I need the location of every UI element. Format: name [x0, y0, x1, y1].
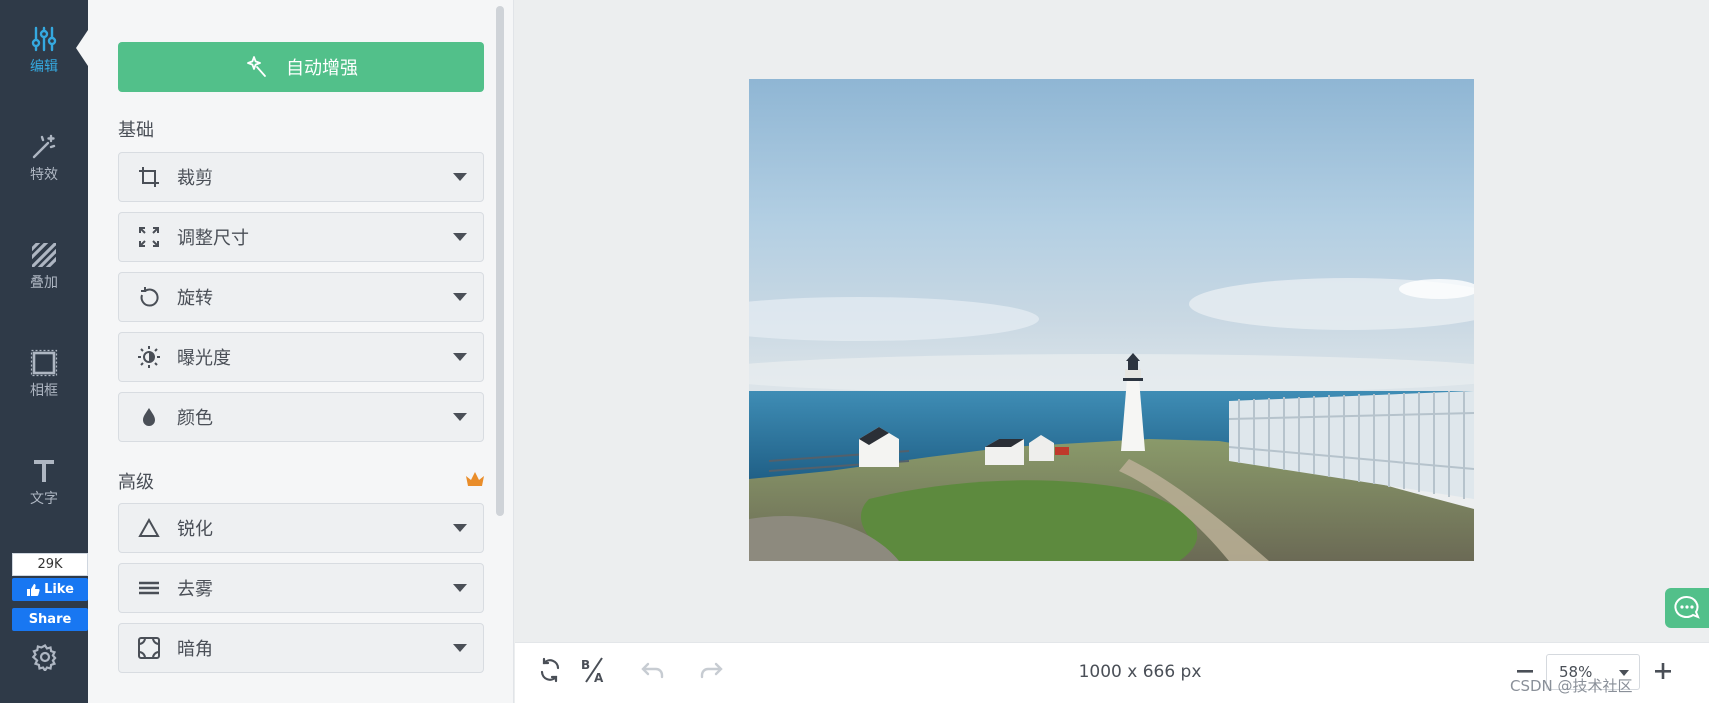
crown-icon [466, 472, 484, 486]
auto-enhance-label: 自动增强 [286, 58, 358, 79]
rail-item-frame[interactable]: 相框 [0, 334, 88, 414]
before-after-icon[interactable]: B A [580, 656, 608, 684]
facebook-like-count: 29K [12, 553, 88, 576]
rail-item-overlay[interactable]: 叠加 [0, 226, 88, 306]
tool-label: 颜色 [177, 408, 213, 429]
tool-label: 去雾 [177, 579, 213, 600]
plus-icon[interactable] [1652, 660, 1674, 682]
left-rail: 编辑 特效 叠加 相框 文字 29K Like Share [0, 0, 88, 703]
vignette-icon [138, 637, 160, 659]
facebook-like-label: Like [44, 582, 74, 597]
stripes-icon [32, 243, 56, 267]
redo-icon[interactable] [698, 656, 726, 684]
image-dimensions: 1000 x 666 px [1078, 662, 1202, 682]
sliders-icon [31, 26, 57, 52]
resize-icon [139, 227, 159, 247]
rail-item-label: 编辑 [30, 59, 58, 75]
chevron-down-icon [453, 413, 467, 421]
chevron-down-icon [453, 353, 467, 361]
svg-text:A: A [594, 671, 604, 684]
facebook-share-button[interactable]: Share [12, 608, 88, 631]
tool-vignette[interactable]: 暗角 [118, 623, 484, 673]
chevron-down-icon [453, 173, 467, 181]
tool-dehaze[interactable]: 去雾 [118, 563, 484, 613]
tool-color[interactable]: 颜色 [118, 392, 484, 442]
tool-label: 曝光度 [177, 348, 231, 369]
rotate-icon [140, 287, 159, 307]
tool-label: 锐化 [177, 519, 213, 540]
rail-item-text[interactable]: 文字 [0, 442, 88, 522]
active-pointer [76, 30, 88, 66]
tool-label: 旋转 [177, 288, 213, 309]
crop-icon [139, 167, 159, 187]
rail-item-label: 叠加 [30, 275, 58, 291]
gear-icon[interactable] [31, 643, 59, 671]
undo-icon[interactable] [638, 656, 666, 684]
tool-label: 暗角 [177, 639, 213, 660]
rail-item-effects[interactable]: 特效 [0, 118, 88, 198]
section-title-basic: 基础 [118, 120, 154, 141]
tool-crop[interactable]: 裁剪 [118, 152, 484, 202]
chat-button[interactable] [1665, 588, 1709, 628]
triangle-icon [138, 517, 160, 537]
lighthouse-photo[interactable] [749, 79, 1474, 561]
auto-enhance-button[interactable]: 自动增强 [118, 42, 484, 92]
text-icon [34, 460, 54, 482]
magic-wand-icon [32, 134, 56, 159]
lines-icon [139, 581, 159, 595]
sparkle-wand-icon [247, 56, 266, 77]
refresh-icon[interactable] [536, 656, 564, 684]
rail-item-edit[interactable]: 编辑 [0, 10, 88, 90]
chevron-down-icon [453, 584, 467, 592]
tool-sharpen[interactable]: 锐化 [118, 503, 484, 553]
chevron-down-icon [453, 293, 467, 301]
exposure-icon [138, 346, 160, 368]
section-title-advanced: 高级 [118, 472, 154, 493]
rail-item-label: 相框 [30, 383, 58, 399]
thumbs-up-icon [27, 583, 40, 596]
tool-resize[interactable]: 调整尺寸 [118, 212, 484, 262]
rail-item-label: 文字 [30, 491, 58, 507]
frame-icon [30, 349, 58, 377]
tool-exposure[interactable]: 曝光度 [118, 332, 484, 382]
drop-icon [143, 408, 155, 426]
rail-item-label: 特效 [30, 167, 58, 183]
tool-label: 裁剪 [177, 168, 213, 189]
svg-text:B: B [581, 658, 590, 672]
tool-label: 调整尺寸 [177, 228, 249, 249]
chat-bubble-icon [1674, 595, 1700, 619]
tool-rotate[interactable]: 旋转 [118, 272, 484, 322]
panel-scrollbar[interactable] [496, 6, 504, 516]
watermark: CSDN @技术社区 [1510, 677, 1633, 695]
chevron-down-icon [453, 233, 467, 241]
chevron-down-icon [453, 524, 467, 532]
chevron-down-icon [453, 644, 467, 652]
facebook-like-button[interactable]: Like [12, 578, 88, 601]
